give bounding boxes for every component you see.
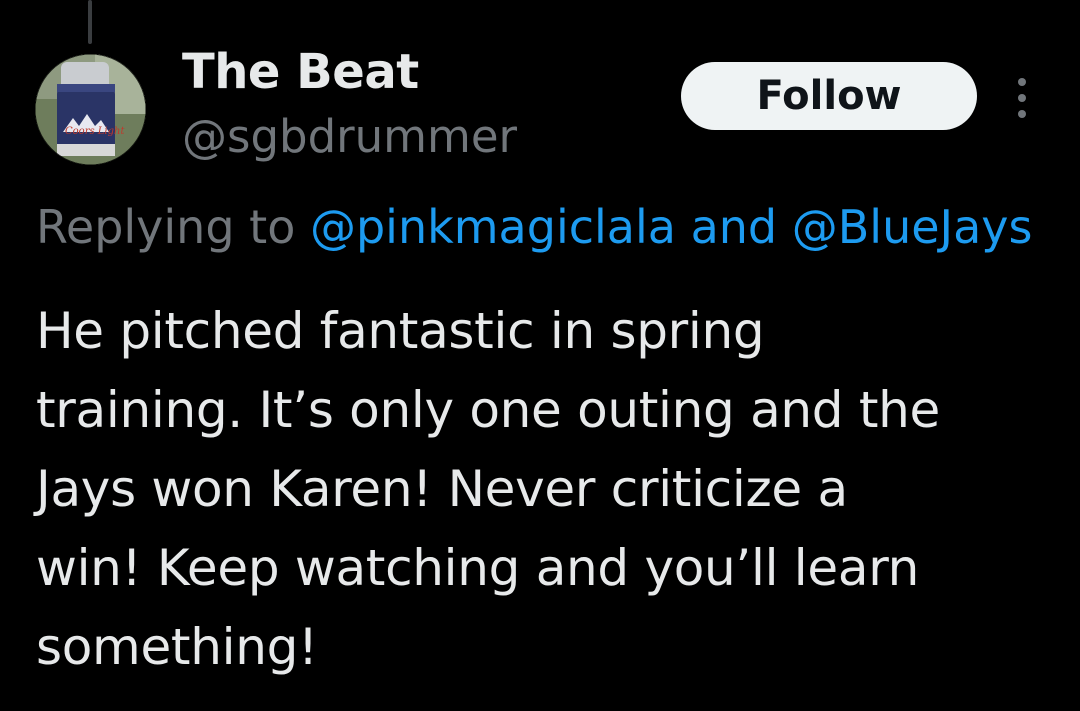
mention-link-1[interactable]: @pinkmagiclala — [310, 200, 676, 254]
mention-link-2[interactable]: @BlueJays — [792, 200, 1033, 254]
more-vertical-icon[interactable] — [1004, 78, 1040, 118]
replying-to-line: Replying to @pinkmagiclala and @BlueJays — [36, 200, 1033, 254]
follow-button[interactable]: Follow — [681, 62, 977, 130]
avatar-brand-text: Coors Light — [65, 126, 125, 137]
tweet: Coors Light The Beat @sgbdrummer Follow … — [0, 0, 1080, 711]
koozie-photo-icon: Coors Light — [35, 54, 146, 165]
tweet-text: He pitched fantastic in spring training.… — [36, 302, 940, 676]
display-name[interactable]: The Beat — [182, 44, 419, 100]
mention-joiner: and — [675, 200, 792, 254]
thread-connector-line — [88, 0, 92, 44]
avatar[interactable]: Coors Light — [35, 54, 146, 165]
replying-to-prefix: Replying to — [36, 200, 310, 254]
user-handle[interactable]: @sgbdrummer — [182, 110, 517, 163]
